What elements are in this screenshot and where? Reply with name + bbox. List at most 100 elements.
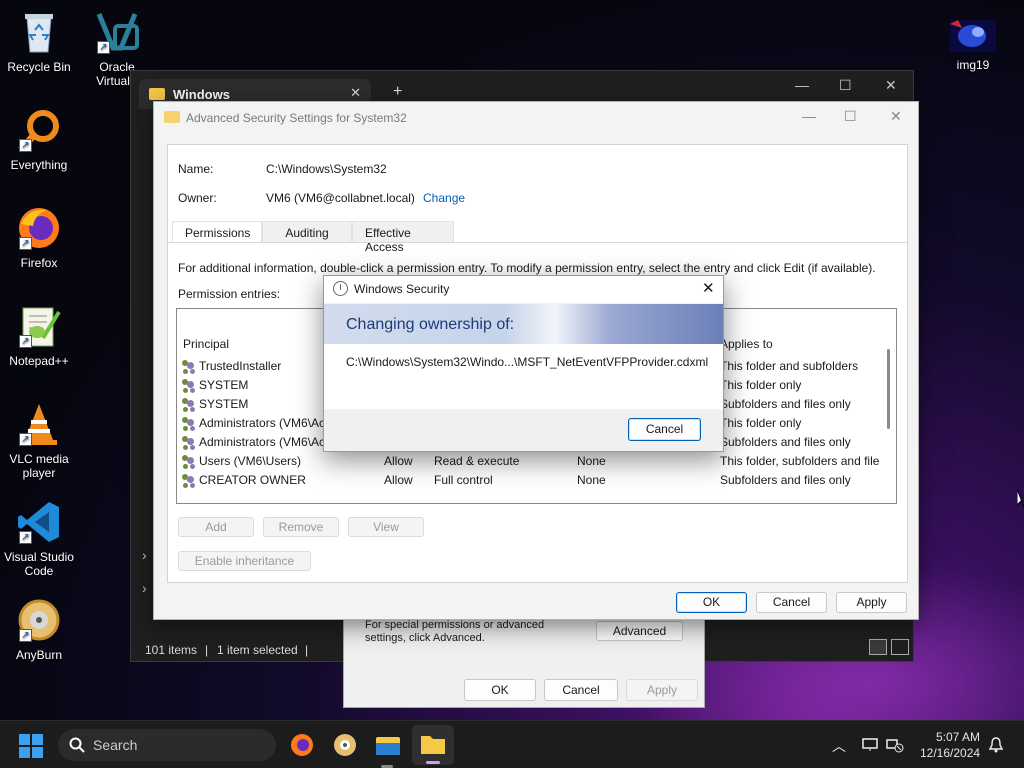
- close-icon[interactable]: ✕: [890, 108, 902, 125]
- tiles-view-icon[interactable]: [891, 639, 909, 655]
- dialog-titlebar: Windows Security ✕: [324, 276, 723, 303]
- table-row[interactable]: Users (VM6\Users) Allow Read & execute N…: [177, 451, 896, 470]
- recycle-bin-icon: [15, 8, 63, 56]
- properties-dialog: For special permissions or advanced sett…: [343, 618, 705, 708]
- list-scrollbar[interactable]: [887, 349, 890, 429]
- windows-security-dialog: Windows Security ✕ Changing ownership of…: [323, 275, 724, 452]
- properties-apply-button[interactable]: Apply: [626, 679, 698, 701]
- file-manager-taskbar-icon[interactable]: [374, 731, 402, 759]
- enable-inheritance-button[interactable]: Enable inheritance: [178, 551, 311, 571]
- display-icon[interactable]: [862, 738, 878, 752]
- table-row[interactable]: CREATOR OWNER Allow Full control None Su…: [177, 470, 896, 489]
- properties-ok-button[interactable]: OK: [464, 679, 536, 701]
- clock-date[interactable]: 12/16/2024: [920, 746, 980, 760]
- ownership-path: C:\Windows\System32\Windo...\MSFT_NetEve…: [346, 355, 709, 369]
- view-button[interactable]: View: [348, 517, 424, 537]
- row-inherited: None: [577, 454, 606, 468]
- apply-button[interactable]: Apply: [836, 592, 907, 613]
- security-cancel-button[interactable]: Cancel: [628, 418, 701, 441]
- status-item-count: 101 items: [145, 643, 198, 657]
- shortcut-arrow-icon: ↗: [19, 433, 32, 446]
- tab-close-icon[interactable]: ✕: [350, 85, 361, 101]
- name-label: Name:: [178, 162, 214, 176]
- user-group-icon: [181, 378, 196, 392]
- desktop-icon-notepadpp[interactable]: ↗ Notepad++: [0, 302, 78, 368]
- dialog-heading: Changing ownership of:: [346, 316, 515, 333]
- row-principal: Administrators (VM6\Ac: [199, 435, 326, 449]
- dialog-title: Windows Security: [354, 282, 450, 296]
- desktop-icon-label: Firefox: [20, 256, 58, 270]
- network-disconnected-icon[interactable]: [886, 737, 904, 753]
- vlc-icon: ↗: [15, 400, 63, 448]
- taskbar: Search ︿ 5:07 AM 12/16/2024: [0, 720, 1024, 768]
- user-group-icon: [181, 416, 196, 430]
- info-text: For additional information, double-click…: [178, 261, 876, 275]
- tab-auditing[interactable]: Auditing: [262, 221, 352, 243]
- firefox-icon: ↗: [15, 204, 63, 252]
- desktop-icon-img19[interactable]: img19: [934, 20, 1012, 72]
- user-group-icon: [181, 454, 196, 468]
- nav-expand-chevron-icon[interactable]: ›: [142, 547, 147, 563]
- remove-button[interactable]: Remove: [263, 517, 339, 537]
- row-principal: SYSTEM: [199, 378, 249, 392]
- desktop-icon-label: Recycle Bin: [7, 60, 71, 74]
- tab-permissions[interactable]: Permissions: [172, 221, 262, 243]
- minimize-icon[interactable]: —: [795, 77, 809, 93]
- firefox-taskbar-icon[interactable]: [288, 731, 316, 759]
- permission-entries-label: Permission entries:: [178, 287, 281, 301]
- taskbar-active-indicator: [426, 761, 440, 764]
- row-type: Allow: [384, 454, 413, 468]
- properties-cancel-button[interactable]: Cancel: [544, 679, 618, 701]
- change-owner-link[interactable]: Change: [423, 191, 465, 205]
- explorer-tab-title: Windows: [173, 87, 230, 102]
- desktop-icon-recycle-bin[interactable]: Recycle Bin: [0, 8, 78, 74]
- desktop-icon-label: VLC media player: [9, 452, 69, 480]
- explorer-taskbar-button[interactable]: [412, 725, 454, 765]
- owner-label: Owner:: [178, 191, 217, 205]
- advanced-button[interactable]: Advanced: [596, 621, 683, 641]
- clock-time[interactable]: 5:07 AM: [936, 730, 980, 744]
- folder-icon: [149, 88, 165, 100]
- cancel-button[interactable]: Cancel: [756, 592, 827, 613]
- add-button[interactable]: Add: [178, 517, 254, 537]
- notification-bell-icon[interactable]: [989, 737, 1003, 753]
- maximize-icon[interactable]: ☐: [844, 108, 857, 125]
- column-applies-to[interactable]: Applies to: [720, 337, 773, 351]
- everything-search-icon: ↗: [15, 106, 63, 154]
- row-applies: This folder and subfolders: [720, 359, 859, 373]
- status-divider: |: [305, 643, 309, 657]
- vscode-icon: ↗: [15, 498, 63, 546]
- desktop-icon-everything[interactable]: ↗ Everything: [0, 106, 78, 172]
- desktop-icon-anyburn[interactable]: ↗ AnyBurn: [0, 596, 78, 662]
- desktop-icon-label: Notepad++: [9, 354, 69, 368]
- row-applies: This folder only: [720, 416, 802, 430]
- details-view-icon[interactable]: [869, 639, 887, 655]
- ok-button[interactable]: OK: [676, 592, 747, 613]
- desktop-icon-label: AnyBurn: [15, 648, 63, 662]
- nav-expand-chevron-icon[interactable]: ›: [142, 580, 147, 596]
- dialog-title: Advanced Security Settings for System32: [186, 111, 407, 125]
- clock-hand: [340, 284, 341, 290]
- shortcut-arrow-icon: ↗: [97, 41, 110, 54]
- tab-effective-access[interactable]: Effective Access: [352, 221, 454, 254]
- new-tab-button[interactable]: +: [393, 83, 402, 101]
- close-icon[interactable]: ✕: [885, 77, 897, 94]
- minimize-icon[interactable]: —: [802, 108, 816, 124]
- close-icon[interactable]: ✕: [702, 279, 715, 297]
- maximize-icon[interactable]: ☐: [839, 77, 852, 94]
- status-divider: |: [205, 643, 209, 657]
- mouse-cursor-icon: [1017, 489, 1024, 508]
- desktop-icon-vlc[interactable]: ↗ VLC media player: [0, 400, 78, 480]
- user-group-icon: [181, 473, 196, 487]
- desktop-icon-vscode[interactable]: ↗ Visual Studio Code: [0, 498, 78, 578]
- desktop-icon-firefox[interactable]: ↗ Firefox: [0, 204, 78, 270]
- anyburn-taskbar-icon[interactable]: [331, 731, 359, 759]
- row-principal: Administrators (VM6\Ac: [199, 416, 326, 430]
- user-group-icon: [181, 435, 196, 449]
- show-hidden-icons-chevron[interactable]: ︿: [832, 736, 846, 756]
- user-group-icon: [181, 397, 196, 411]
- taskbar-search-box[interactable]: Search: [58, 729, 276, 761]
- column-principal[interactable]: Principal: [183, 337, 229, 351]
- start-windows-icon[interactable]: [19, 734, 47, 762]
- desktop-icon-label: img19: [956, 58, 990, 72]
